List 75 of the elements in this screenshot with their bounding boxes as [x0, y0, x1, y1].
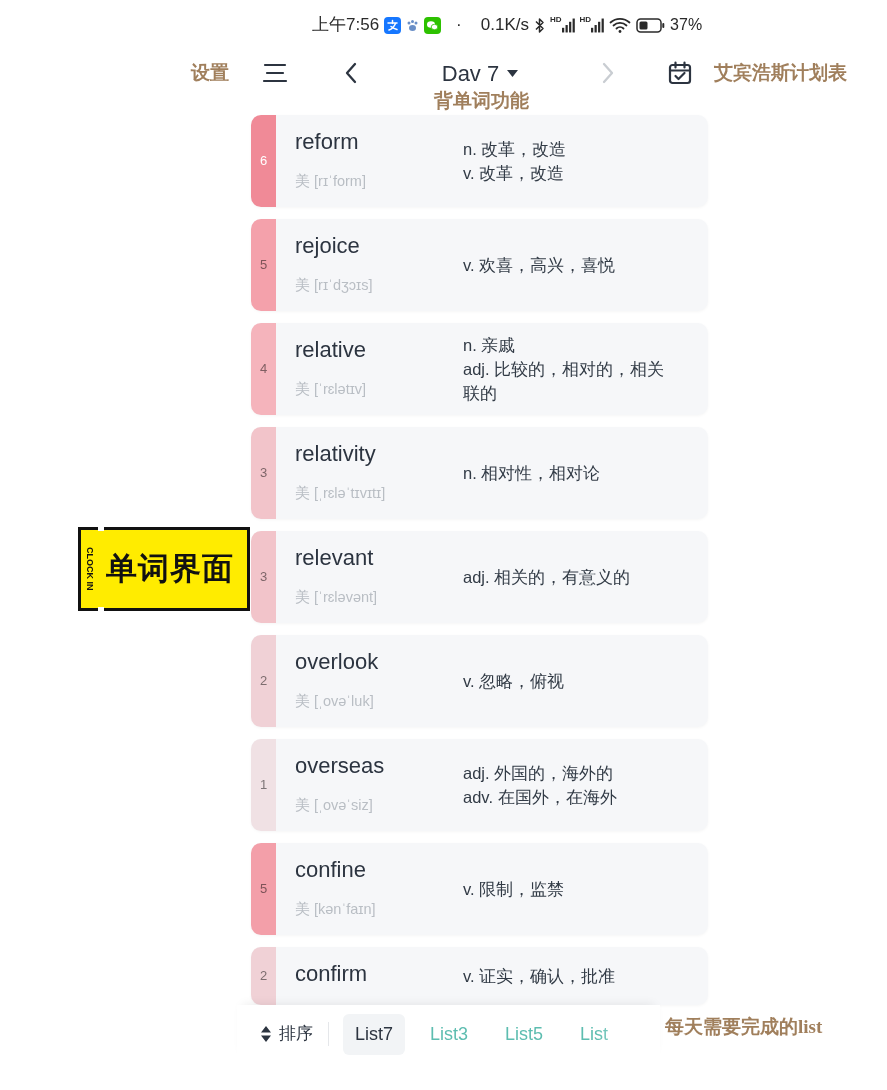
signal-label: HD — [549, 15, 562, 24]
definition-text: adv. 在国外，在海外 — [463, 787, 618, 808]
review-count: 3 — [251, 531, 276, 623]
definition-text: v. 改革，改造 — [463, 163, 566, 184]
review-count: 4 — [251, 323, 276, 415]
battery-icon — [636, 17, 666, 33]
review-count: 5 — [251, 843, 276, 935]
network-speed: 0.1K/s — [480, 14, 529, 37]
word-card[interactable]: 4 relative 美 [ˈrɛlətɪv] n. 亲戚 adj. 比较的，相对的，相关联的 — [251, 323, 708, 415]
phonetic-text: 美 [rɪˈdʒɔɪs] — [295, 276, 374, 295]
wifi-icon — [609, 17, 632, 33]
definition-text: n. 亲戚 — [463, 335, 517, 356]
word-text: reform — [295, 128, 360, 156]
chevron-left-icon[interactable] — [344, 62, 358, 84]
word-text: relativity — [295, 440, 377, 468]
signal-label: HD — [579, 15, 592, 24]
review-count: 1 — [251, 739, 276, 831]
sticker-title: 单词界面 — [106, 549, 234, 588]
phonetic-text: 美 [rɪˈform] — [295, 172, 367, 191]
definition-text: adj. 比较的，相对的，相关联的 — [463, 359, 666, 404]
calendar-check-icon[interactable] — [668, 61, 692, 85]
sort-button[interactable]: 排序 — [261, 1021, 313, 1047]
word-card[interactable]: 5 confine 美 [kənˈfaɪn] v. 限制，监禁 — [251, 843, 708, 935]
battery-percent: 37% — [670, 15, 703, 35]
phonetic-text: 美 [ˈrɛlətɪv] — [295, 380, 368, 399]
annotation-text: 每天需要完成的list — [665, 1014, 823, 1039]
word-card[interactable]: 3 relativity 美 [ˌrɛləˈtɪvɪtɪ] n. 相对性，相对论 — [251, 427, 708, 519]
phonetic-text: 美 [ˈrɛləvənt] — [295, 588, 379, 607]
definition-text: v. 欢喜，高兴，喜悦 — [463, 255, 617, 276]
paw-icon — [406, 18, 420, 32]
word-text: overseas — [295, 752, 386, 780]
word-card[interactable]: 5 rejoice 美 [rɪˈdʒɔɪs] v. 欢喜，高兴，喜悦 — [251, 219, 708, 311]
annotation-text: 背单词功能 — [434, 90, 529, 111]
caret-icon — [507, 69, 519, 77]
definition-text: v. 证实，确认，批准 — [463, 966, 617, 987]
signal-icon — [591, 17, 605, 33]
app-icon — [384, 16, 402, 34]
annotation-text: 艾宾浩斯计划表 — [714, 60, 847, 85]
phonetic-text: 美 [ˌovəˈluk] — [295, 692, 375, 711]
word-text: relative — [295, 336, 367, 364]
word-text: confirm — [295, 960, 369, 988]
word-card[interactable]: 3 relevant 美 [ˈrɛləvənt] adj. 相关的，有意义的 — [251, 531, 708, 623]
sort-icon — [261, 1026, 271, 1042]
definition-text: v. 忽略，俯视 — [463, 671, 566, 692]
word-card[interactable]: 1 overseas 美 [ˌovəˈsiz] adj. 外国的，海外的 adv. 在国外，在海外 — [251, 739, 708, 831]
definition-text: adj. 相关的，有意义的 — [463, 567, 632, 588]
review-count: 6 — [251, 115, 276, 207]
status-separator: · — [456, 14, 462, 37]
sticker-tag: CLOCK IN — [84, 547, 96, 591]
day-selector[interactable]: Dav 7 — [437, 56, 523, 90]
review-count: 5 — [251, 219, 276, 311]
review-count: 2 — [251, 947, 276, 1005]
word-card[interactable]: 2 confirm v. 证实，确认，批准 — [251, 947, 708, 1005]
word-text: relevant — [295, 544, 375, 572]
definition-text: n. 相对性，相对论 — [463, 463, 602, 484]
phonetic-text: 美 [kənˈfaɪn] — [295, 900, 377, 919]
signal-icon — [561, 17, 575, 33]
review-count: 3 — [251, 427, 276, 519]
review-count: 2 — [251, 635, 276, 727]
chat-bubbles-icon — [424, 16, 442, 34]
word-text: confine — [295, 856, 367, 884]
definition-text: v. 限制，监禁 — [463, 879, 566, 900]
annotation-text: 设置 — [191, 60, 229, 85]
word-text: overlook — [295, 648, 380, 676]
phonetic-text: 美 [ˌrɛləˈtɪvɪtɪ] — [295, 484, 387, 503]
word-card[interactable]: 6 reform 美 [rɪˈform] n. 改革，改造 v. 改革，改造 — [251, 115, 708, 207]
list-tab[interactable]: List7 — [343, 1013, 406, 1055]
definition-text: n. 改革，改造 — [463, 139, 568, 160]
definition-text: adj. 外国的，海外的 — [463, 763, 615, 784]
phonetic-text: 美 [ˌovəˈsiz] — [295, 796, 374, 815]
word-card[interactable]: 2 overlook 美 [ˌovəˈluk] v. 忽略，俯视 — [251, 635, 708, 727]
word-text: rejoice — [295, 232, 361, 260]
status-time: 上午7:56 — [312, 14, 380, 37]
bluetooth-icon — [533, 16, 545, 34]
menu-icon[interactable] — [262, 63, 288, 83]
